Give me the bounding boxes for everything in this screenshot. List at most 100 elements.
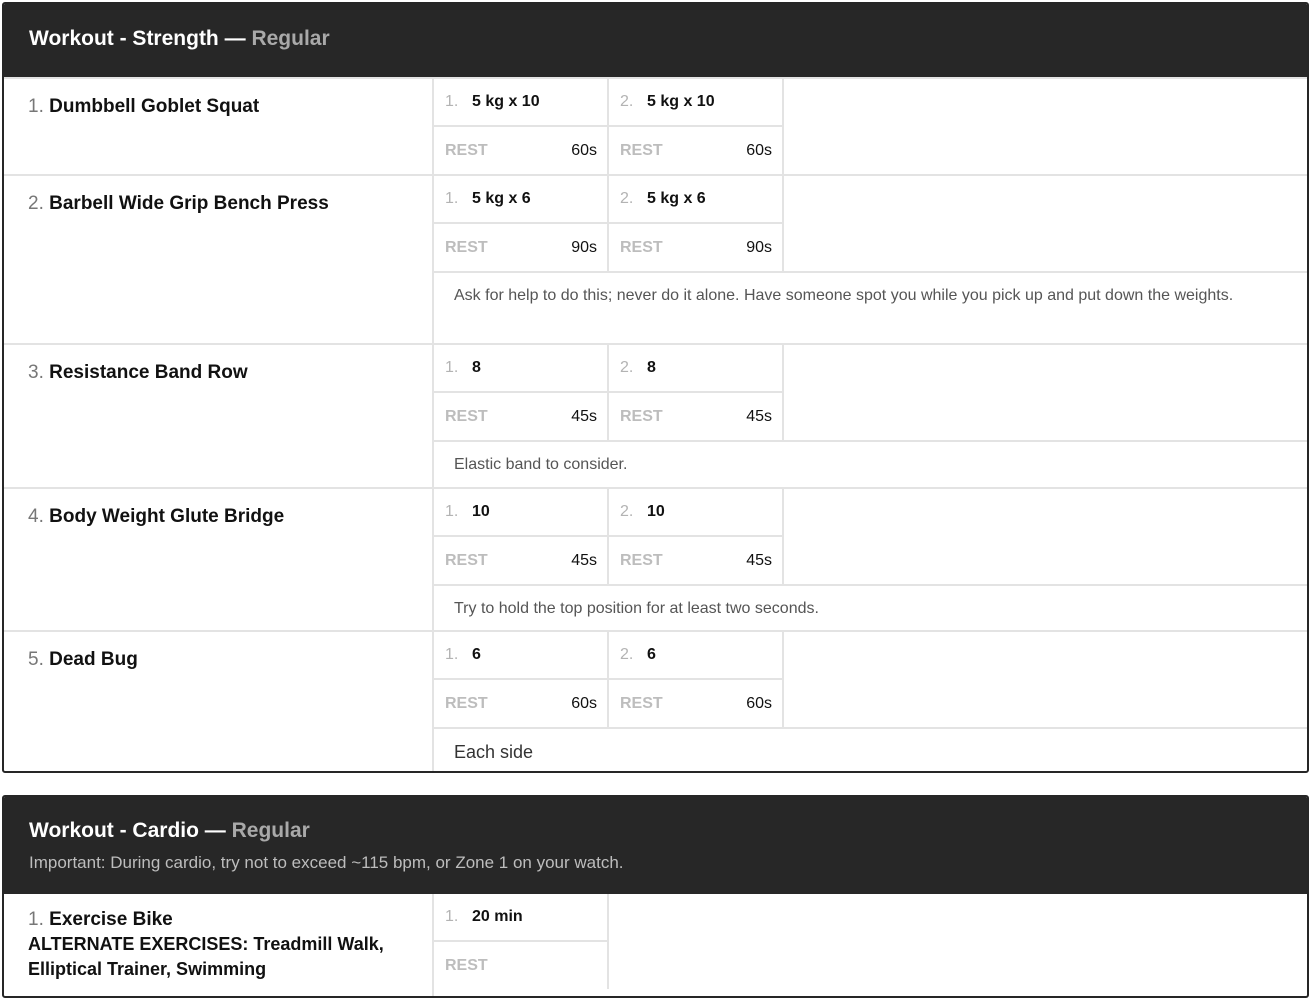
set-value: 5 kg x 6 [472, 190, 531, 207]
exercise-note: Each side [434, 727, 1307, 771]
rest-label: REST [620, 238, 663, 256]
rest-label: REST [445, 407, 488, 425]
exercise-number: 3. [28, 362, 44, 383]
set-value: 20 min [472, 908, 523, 925]
set-index: 2. [620, 503, 634, 520]
cardio-title-text: Workout - Cardio [29, 819, 199, 842]
strength-title-text: Workout - Strength [29, 27, 219, 50]
exercise-note: Try to hold the top position for at leas… [434, 584, 1307, 630]
rest-label: REST [445, 141, 488, 159]
rest-value: 45s [746, 551, 772, 569]
set-index: 2. [620, 93, 634, 110]
set-value: 8 [472, 359, 481, 376]
rest-value: 90s [571, 238, 597, 256]
exercise-row: 1. Exercise Bike ALTERNATE EXERCISES: Tr… [4, 894, 1307, 996]
set-cell: 1. 6 REST 60s [434, 632, 609, 727]
exercise-name: Exercise Bike [49, 909, 173, 930]
exercise-name: Dumbbell Goblet Squat [49, 96, 260, 117]
exercise-title: 3. Resistance Band Row [4, 345, 434, 487]
exercise-title: 4. Body Weight Glute Bridge [4, 489, 434, 630]
exercise-title: 5. Dead Bug [4, 632, 434, 771]
exercise-number: 1. [28, 96, 44, 117]
rest-label: REST [445, 956, 488, 974]
set-index: 2. [620, 359, 634, 376]
set-value: 10 [647, 503, 665, 520]
exercise-number: 2. [28, 193, 44, 214]
rest-label: REST [620, 694, 663, 712]
set-cell: 2. 6 REST 60s [609, 632, 784, 727]
rest-label: REST [620, 551, 663, 569]
exercise-row: 4. Body Weight Glute Bridge 1. 10 REST 45s… [4, 487, 1307, 630]
exercise-sets: 1. 10 REST 45s 2. 10 REST 45s Try to hold th… [434, 489, 1307, 630]
rest-label: REST [620, 141, 663, 159]
rest-value: 45s [746, 407, 772, 425]
cardio-card-header: Workout - Cardio — Regular Important: Du… [4, 797, 1307, 894]
strength-card-header: Workout - Strength — Regular [4, 4, 1307, 77]
exercise-name: Barbell Wide Grip Bench Press [49, 193, 329, 214]
exercise-title: 1. Exercise Bike ALTERNATE EXERCISES: Tr… [4, 894, 434, 996]
rest-label: REST [620, 407, 663, 425]
set-cell: 2. 10 REST 45s [609, 489, 784, 584]
set-index: 1. [445, 503, 459, 520]
exercise-row: 5. Dead Bug 1. 6 REST 60s 2. 6 REST 60s Each… [4, 630, 1307, 771]
title-dash: — [218, 27, 252, 50]
rest-value: 60s [571, 141, 597, 159]
set-value: 5 kg x 6 [647, 190, 706, 207]
set-index: 1. [445, 646, 459, 663]
set-value: 5 kg x 10 [647, 93, 715, 110]
set-index: 1. [445, 359, 459, 376]
strength-variant: Regular [251, 27, 330, 50]
set-value: 10 [472, 503, 490, 520]
set-index: 1. [445, 190, 459, 207]
exercise-name: Dead Bug [49, 649, 138, 670]
rest-value: 60s [746, 694, 772, 712]
exercise-title: 1. Dumbbell Goblet Squat [4, 79, 434, 174]
rest-value: 60s [571, 694, 597, 712]
exercise-number: 5. [28, 649, 44, 670]
exercise-name: Resistance Band Row [49, 362, 248, 383]
rest-label: REST [445, 694, 488, 712]
set-cell: 1. 20 min REST [434, 894, 609, 989]
exercise-row: 2. Barbell Wide Grip Bench Press 1. 5 kg … [4, 174, 1307, 343]
set-index: 2. [620, 190, 634, 207]
exercise-title: 2. Barbell Wide Grip Bench Press [4, 176, 434, 343]
set-index: 2. [620, 646, 634, 663]
exercise-note: Ask for help to do this; never do it alo… [434, 271, 1307, 343]
rest-value: 60s [746, 141, 772, 159]
cardio-important-note: Important: During cardio, try not to exc… [29, 853, 624, 872]
cardio-card-title: Workout - Cardio — Regular [29, 819, 1307, 843]
exercise-number: 4. [28, 506, 44, 527]
exercise-note: Elastic band to consider. [434, 440, 1307, 487]
exercise-sets: 1. 5 kg x 10 REST 60s 2. 5 kg x 10 REST 60s [434, 79, 1307, 174]
exercise-row: 1. Dumbbell Goblet Squat 1. 5 kg x 10 RES… [4, 77, 1307, 174]
set-value: 8 [647, 359, 656, 376]
set-cell: 2. 5 kg x 6 REST 90s [609, 176, 784, 271]
strength-workout-card: Workout - Strength — Regular 1. Dumbbell… [2, 2, 1309, 773]
set-value: 6 [647, 646, 656, 663]
strength-card-title: Workout - Strength — Regular [29, 27, 1307, 51]
rest-value: 45s [571, 407, 597, 425]
exercise-sets: 1. 8 REST 45s 2. 8 REST 45s Elastic band to … [434, 345, 1307, 487]
rest-value: 45s [571, 551, 597, 569]
set-index: 1. [445, 93, 459, 110]
set-index: 1. [445, 908, 459, 925]
exercise-sets: 1. 5 kg x 6 REST 90s 2. 5 kg x 6 REST 90s As… [434, 176, 1307, 343]
cardio-workout-card: Workout - Cardio — Regular Important: Du… [2, 795, 1309, 998]
set-cell: 1. 5 kg x 6 REST 90s [434, 176, 609, 271]
set-cell: 1. 5 kg x 10 REST 60s [434, 79, 609, 174]
rest-label: REST [445, 238, 488, 256]
set-cell: 2. 8 REST 45s [609, 345, 784, 440]
exercise-sets: 1. 6 REST 60s 2. 6 REST 60s Each side [434, 632, 1307, 771]
set-cell: 2. 5 kg x 10 REST 60s [609, 79, 784, 174]
exercise-number: 1. [28, 909, 44, 930]
exercise-name: Body Weight Glute Bridge [49, 506, 285, 527]
set-cell: 1. 10 REST 45s [434, 489, 609, 584]
rest-value: 90s [746, 238, 772, 256]
exercise-sets: 1. 20 min REST [434, 894, 1307, 996]
title-dash: — [198, 819, 232, 842]
set-cell: 1. 8 REST 45s [434, 345, 609, 440]
exercise-row: 3. Resistance Band Row 1. 8 REST 45s 2. 8 R… [4, 343, 1307, 487]
set-value: 5 kg x 10 [472, 93, 540, 110]
rest-label: REST [445, 551, 488, 569]
cardio-variant: Regular [231, 819, 310, 842]
